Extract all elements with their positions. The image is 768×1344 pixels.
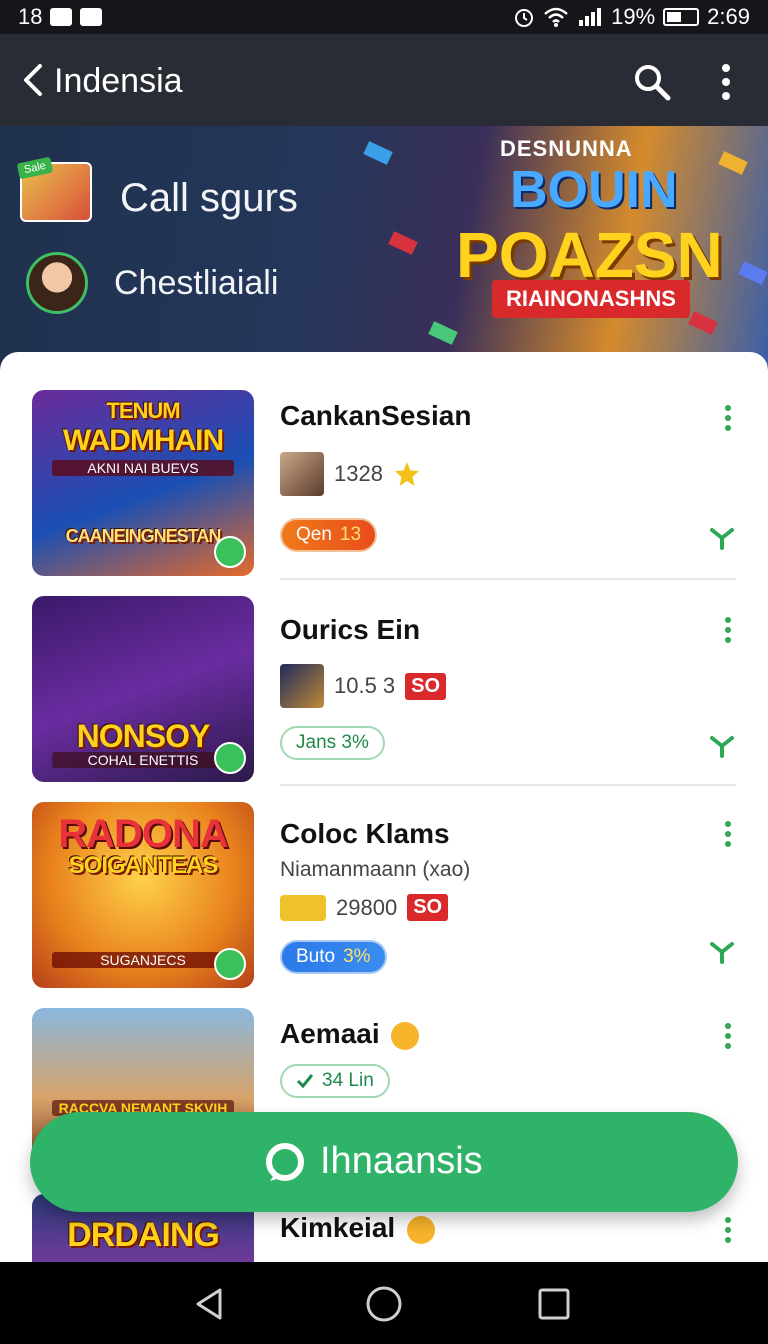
promo-banner[interactable]: Sale Call sgurs Chestliaiali DESNUNNA BO…: [0, 126, 768, 366]
more-options-icon[interactable]: [706, 58, 746, 106]
game-cover[interactable]: RADONA SOIGANTEAS SUGANJECS: [32, 802, 254, 988]
search-icon[interactable]: [628, 58, 676, 106]
game-title: Kimkeial: [280, 1212, 435, 1244]
promo-logo-line1: BOUIN: [510, 161, 678, 219]
game-title-text: Aemaai: [280, 1018, 380, 1049]
confetti-decoration: [388, 231, 418, 255]
cover-title: WADMHAIN: [62, 424, 224, 457]
pill-label: 34 Lin: [322, 1070, 374, 1091]
emoji-icon: [391, 1021, 420, 1050]
pill-label: Buto: [296, 946, 336, 967]
primary-action-button[interactable]: Ihnaansis: [30, 1112, 738, 1212]
app-bar: Indensia: [0, 34, 768, 126]
price-pill[interactable]: Qen 13: [280, 518, 378, 552]
back-arrow-icon[interactable]: [16, 60, 56, 100]
notification-icon-2: [80, 8, 103, 26]
game-meta: 10.5 3 SO: [280, 664, 447, 708]
battery-percent: 19%: [611, 4, 656, 29]
pill-value: 13: [339, 524, 362, 545]
confetti-decoration: [718, 151, 748, 175]
game-title: CankanSesian: [280, 400, 472, 431]
game-meta: 1328: [280, 452, 421, 496]
promo-ribbon: RIAINONASHNS: [492, 280, 690, 318]
check-icon: [710, 528, 734, 550]
download-icon[interactable]: [214, 742, 246, 774]
alarm-icon: [515, 9, 534, 27]
confetti-decoration: [688, 311, 718, 335]
rating-count: 10.5 3: [334, 673, 396, 698]
banner-username: Chestliaiali: [114, 264, 279, 302]
pill-value: 3%: [343, 946, 371, 967]
confetti-decoration: [428, 321, 458, 345]
download-icon[interactable]: [214, 948, 246, 980]
discount-pill[interactable]: Buto 3%: [280, 940, 387, 974]
game-icon: [280, 894, 326, 921]
pill-label: Jans 3%: [296, 732, 369, 753]
signal-icon: [579, 8, 602, 26]
download-icon[interactable]: [214, 536, 246, 568]
item-menu-icon[interactable]: [724, 1216, 732, 1244]
promo-small-text: DESNUNNA: [500, 136, 633, 161]
star-icon: [394, 462, 419, 486]
game-cover[interactable]: NONSOY COHAL ENETTIS: [32, 596, 254, 782]
game-title: Ourics Ein: [280, 614, 421, 645]
check-icon: [710, 736, 734, 758]
cover-top-text: TENUM: [106, 398, 180, 423]
notification-icon: [50, 8, 73, 26]
game-title: Aemaai: [280, 1018, 420, 1050]
primary-action-label: Ihnaansis: [320, 1140, 483, 1182]
clock: 2:69: [707, 4, 750, 29]
item-menu-icon[interactable]: [724, 820, 732, 848]
rating-count: 29800: [336, 894, 398, 920]
game-title: Coloc Klams: [280, 818, 450, 849]
confetti-decoration: [363, 141, 393, 165]
list-item[interactable]: RADONA SOIGANTEAS SUGANJECS Coloc Klams …: [0, 802, 768, 998]
game-cover[interactable]: TENUM WADMHAIN AKNI NAI BUEVS CAANEINGNE…: [32, 390, 254, 576]
discount-pill[interactable]: Jans 3%: [280, 726, 385, 760]
cover-title: DRDAING: [67, 1216, 220, 1254]
status-time: 18: [18, 4, 43, 29]
sale-badge: SO: [407, 894, 449, 921]
confetti-decoration: [738, 261, 768, 285]
cover-top-text: SOIGANTEAS: [68, 852, 219, 879]
wifi-icon: [544, 7, 568, 27]
cover-subtitle: SUGANJECS: [52, 952, 234, 968]
banner-heading: Call sgurs: [120, 176, 298, 220]
page-title: Indensia: [54, 62, 183, 100]
item-menu-icon[interactable]: [724, 404, 732, 432]
cover-subtitle: COHAL ENETTIS: [52, 752, 234, 768]
divider: [280, 578, 736, 580]
rating-count: 1328: [334, 461, 383, 486]
avatar[interactable]: [26, 252, 88, 314]
nav-back-icon[interactable]: [190, 1284, 230, 1324]
system-nav-bar: [0, 1262, 768, 1344]
pill-label: Qen: [296, 524, 332, 545]
check-mark-icon: [296, 1074, 314, 1089]
nav-home-icon[interactable]: [364, 1284, 404, 1324]
game-subtitle: Niamanmaann (xao): [280, 858, 471, 881]
status-bar: 18 19% 2:69: [0, 0, 768, 34]
chat-bubble-icon: [266, 1143, 304, 1181]
check-icon: [710, 942, 734, 964]
item-menu-icon[interactable]: [724, 616, 732, 644]
list-item[interactable]: NONSOY COHAL ENETTIS Ourics Ein 10.5 3 S…: [0, 596, 768, 792]
divider: [280, 784, 736, 786]
game-title-text: Kimkeial: [280, 1212, 396, 1243]
game-meta: 29800 SO: [280, 894, 449, 921]
nav-recents-icon[interactable]: [534, 1284, 574, 1324]
item-menu-icon[interactable]: [724, 1022, 732, 1050]
battery-icon: [663, 8, 700, 26]
sale-badge: SO: [405, 672, 447, 700]
game-icon: [280, 452, 324, 496]
emoji-icon: [406, 1215, 435, 1244]
game-icon: [280, 664, 324, 708]
list-item[interactable]: TENUM WADMHAIN AKNI NAI BUEVS CAANEINGNE…: [0, 390, 768, 586]
cover-subtitle: AKNI NAI BUEVS: [52, 460, 234, 476]
discount-pill[interactable]: 34 Lin: [280, 1064, 390, 1098]
cover-title: RADONA: [58, 812, 229, 856]
